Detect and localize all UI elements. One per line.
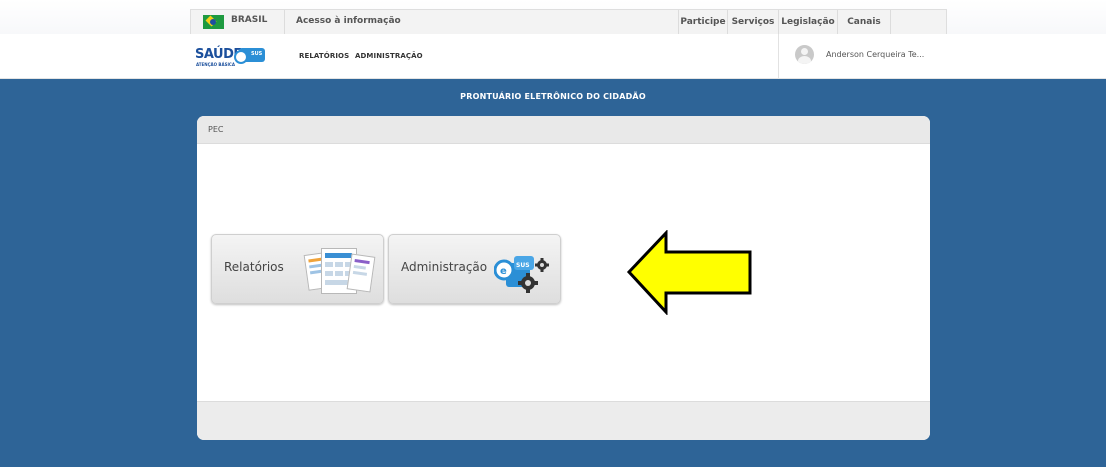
government-links: Participe Serviços Legislação Canais [678,10,891,34]
esus-admin-icon: e SUS [493,249,556,295]
legislacao-link[interactable]: Legislação [778,10,837,34]
page-title: PRONTUÁRIO ELETRÔNICO DO CIDADÃO [460,92,646,101]
saude-sus-logo[interactable]: SAÚDE ATENÇÃO BÁSICA SUS [195,47,275,71]
nav-administracao[interactable]: ADMINISTRAÇÃO [355,52,423,60]
svg-text:e: e [500,266,507,277]
yellow-arrow-icon [626,229,754,316]
panel-header: PEC [197,116,930,144]
administracao-tile[interactable]: Administração e SUS [388,234,561,304]
nav-relatorios[interactable]: RELATÓRIOS [299,52,349,60]
brasil-label: BRASIL [231,15,268,25]
panel-title: PEC [208,125,224,134]
relatorios-tile[interactable]: Relatórios [211,234,384,304]
government-bar-inner: BRASIL Acesso à informação Participe Ser… [190,9,947,34]
brazil-flag-icon [203,15,224,29]
servicos-link[interactable]: Serviços [727,10,778,34]
avatar-icon [795,45,814,64]
reports-icon [303,246,378,296]
panel-footer [197,401,930,440]
pec-panel: PEC Relatórios Administração e SUS [197,116,930,440]
main-area: PRONTUÁRIO ELETRÔNICO DO CIDADÃO PEC Rel… [0,79,1106,467]
logo-badge: SUS [251,51,263,57]
user-name: Anderson Cerqueira Te... [826,50,925,59]
relatorios-tile-label: Relatórios [224,260,284,274]
government-bar: BRASIL Acesso à informação Participe Ser… [0,0,1106,34]
user-menu[interactable]: Anderson Cerqueira Te... [778,34,945,78]
access-information-link[interactable]: Acesso à informação [296,16,401,26]
brasil-link[interactable]: BRASIL [191,10,285,34]
app-header: SAÚDE ATENÇÃO BÁSICA SUS RELATÓRIOS ADMI… [0,34,1106,79]
participe-link[interactable]: Participe [678,10,727,34]
canais-link[interactable]: Canais [837,10,891,34]
svg-text:SUS: SUS [516,262,530,269]
logo-subtext: ATENÇÃO BÁSICA [196,62,235,67]
administracao-tile-label: Administração [401,260,488,274]
